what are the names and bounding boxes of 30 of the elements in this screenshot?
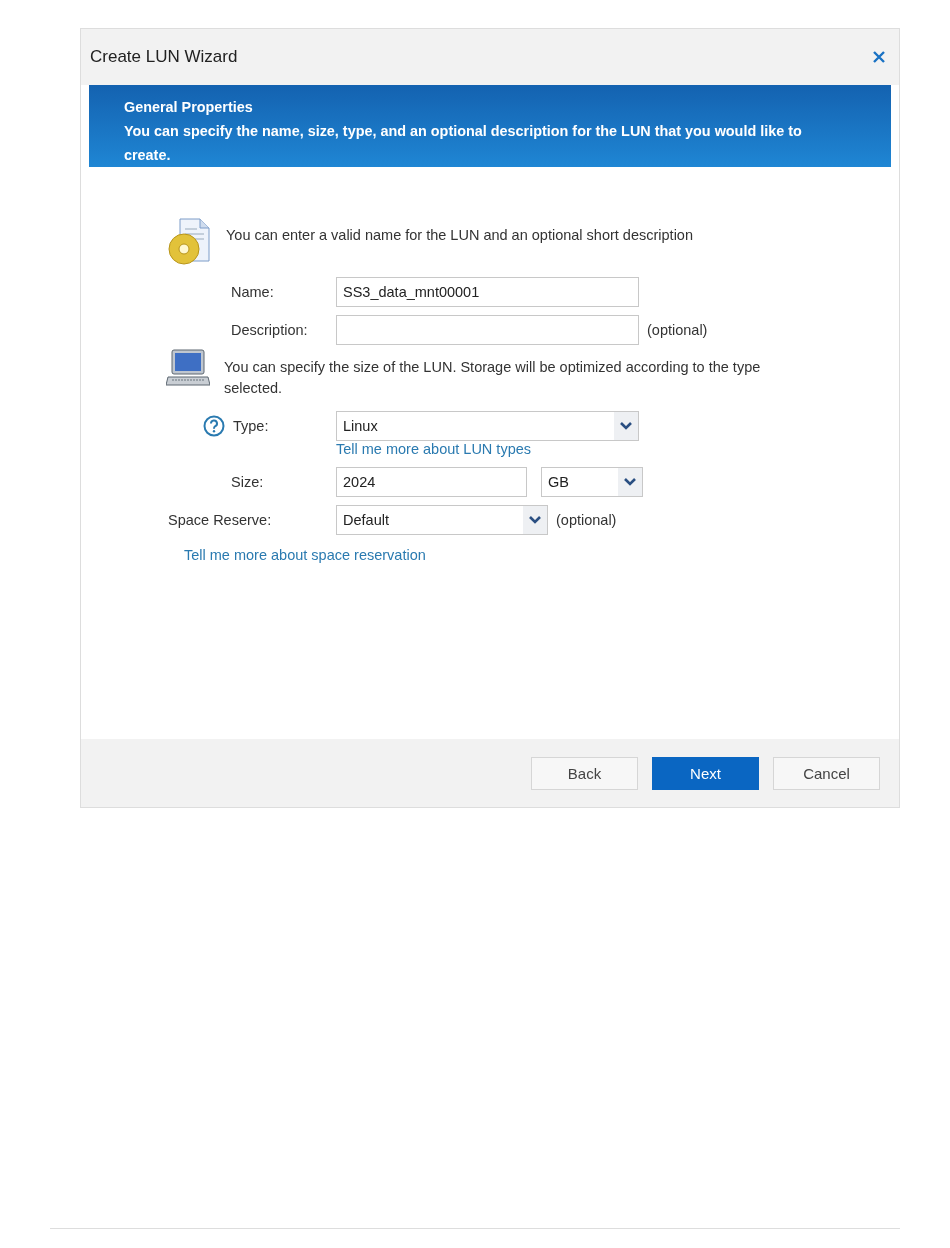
- optional-note: (optional): [556, 512, 617, 528]
- dialog-button[interactable]: Back: [531, 756, 638, 790]
- dialog-button[interactable]: Cancel: [773, 756, 880, 790]
- field-label: Size:: [231, 474, 264, 490]
- document-disc-icon: [166, 217, 212, 265]
- next-button[interactable]: Next: [652, 756, 759, 790]
- banner-title: General Properties: [124, 98, 254, 117]
- text-field[interactable]: 2024: [336, 467, 527, 497]
- chevron-down-icon: [620, 422, 632, 430]
- help-link[interactable]: Tell me more about LUN types: [336, 441, 532, 457]
- section-description: You can specify the size of the LUN. Storage will be optimized according to the type selected.: [224, 358, 762, 398]
- dropdown[interactable]: GB: [541, 467, 643, 497]
- chevron-down-icon: [624, 478, 636, 486]
- dropdown[interactable]: Linux: [336, 411, 639, 441]
- field-label: Space Reserve:: [168, 512, 272, 528]
- optional-note: (optional): [647, 322, 708, 338]
- computer-icon: [166, 349, 210, 387]
- text-field[interactable]: [336, 315, 639, 345]
- field-label: Description:: [231, 322, 308, 338]
- dropdown[interactable]: Default: [336, 505, 548, 535]
- close-icon[interactable]: [873, 51, 885, 63]
- banner-text: You can specify the name, size, type, and an optional description for the LUN that you would like to create.: [124, 122, 803, 165]
- window-title: Create LUN Wizard: [90, 47, 238, 67]
- help-link[interactable]: Tell me more about space reservation: [184, 547, 426, 563]
- field-label: Type:: [233, 418, 269, 434]
- help-icon[interactable]: [203, 415, 225, 437]
- field-label: Name:: [231, 284, 274, 300]
- text-field[interactable]: SS3_data_mnt00001: [336, 277, 639, 307]
- chevron-down-icon: [529, 516, 541, 524]
- section-description: You can enter a valid name for the LUN and an optional short description: [226, 226, 694, 245]
